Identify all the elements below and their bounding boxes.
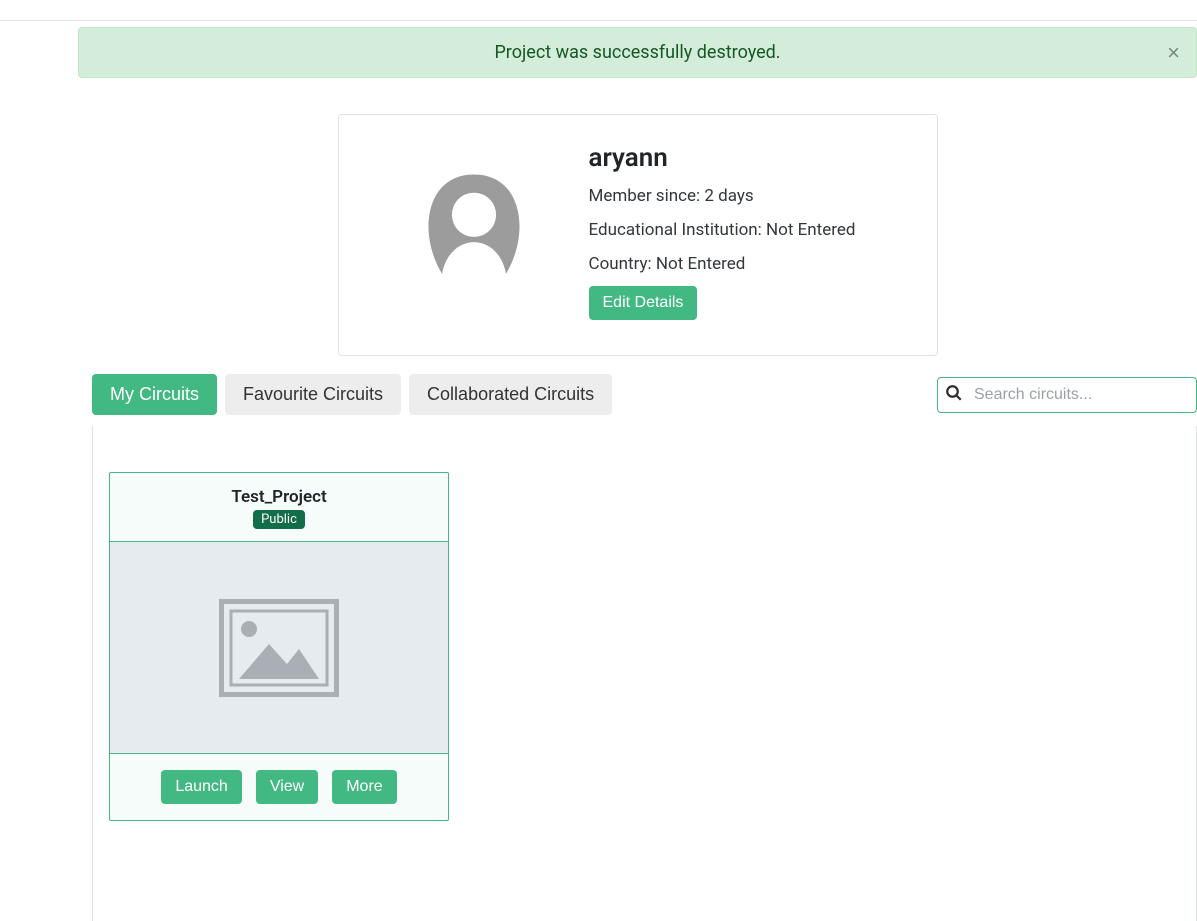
profile-card: aryann Member since: 2 days Educational … (338, 114, 938, 356)
search-icon (945, 384, 963, 406)
image-placeholder-icon (219, 599, 339, 697)
launch-button[interactable]: Launch (161, 770, 242, 804)
project-actions: Launch View More (110, 754, 448, 820)
tabs-row: My Circuits Favourite Circuits Collabora… (78, 374, 1197, 415)
project-card: Test_Project Public Launch View More (109, 472, 449, 821)
tab-favourite-circuits[interactable]: Favourite Circuits (225, 374, 401, 415)
member-since: Member since: 2 days (589, 185, 856, 209)
view-button[interactable]: View (256, 770, 318, 804)
project-header: Test_Project Public (110, 473, 448, 542)
tab-collaborated-circuits[interactable]: Collaborated Circuits (409, 374, 612, 415)
success-alert: Project was successfully destroyed. × (78, 27, 1197, 78)
search-input[interactable] (937, 377, 1197, 413)
project-thumbnail (110, 542, 448, 754)
country: Country: Not Entered (589, 253, 856, 277)
avatar (409, 143, 539, 327)
profile-info: aryann Member since: 2 days Educational … (589, 143, 856, 320)
more-button[interactable]: More (332, 770, 396, 804)
visibility-badge: Public (253, 510, 305, 529)
tab-my-circuits[interactable]: My Circuits (92, 374, 217, 415)
close-icon[interactable]: × (1161, 41, 1186, 65)
project-title: Test_Project (120, 487, 438, 507)
search-wrap (937, 377, 1197, 413)
alert-message: Project was successfully destroyed. (494, 42, 780, 63)
profile-username: aryann (589, 143, 856, 173)
edit-details-button[interactable]: Edit Details (589, 286, 698, 320)
circuits-panel: Test_Project Public Launch View More (92, 426, 1197, 921)
institution: Educational Institution: Not Entered (589, 219, 856, 243)
